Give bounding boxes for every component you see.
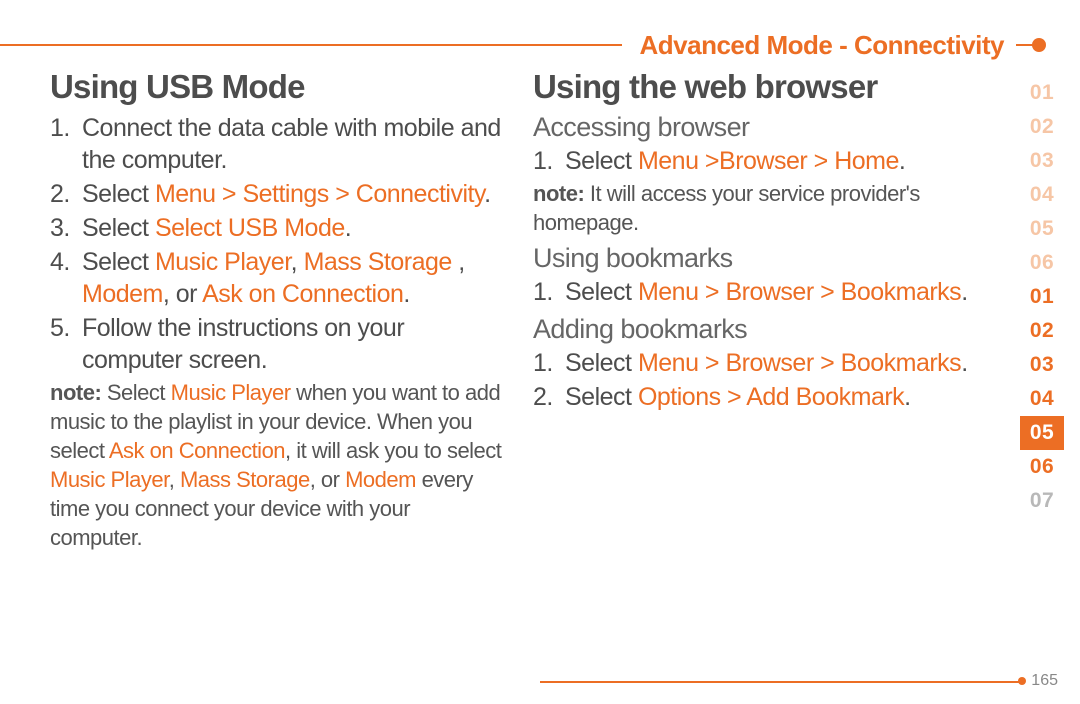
page-index-05[interactable]: 05 bbox=[1020, 212, 1064, 246]
page-index-05[interactable]: 05 bbox=[1020, 416, 1064, 450]
header: Advanced Mode - Connectivity bbox=[0, 30, 1060, 60]
step-5: 5.Follow the instructions on your comput… bbox=[82, 312, 505, 376]
page-index-03[interactable]: 03 bbox=[1020, 348, 1064, 382]
page-index-04[interactable]: 04 bbox=[1020, 178, 1064, 212]
sec3-step1: 1. Select Menu > Browser > Bookmarks. bbox=[565, 347, 988, 379]
page-index-01[interactable]: 01 bbox=[1020, 76, 1064, 110]
sec1-step1: 1. Select Menu >Browser > Home. bbox=[565, 145, 988, 177]
step-4: 4.Select Music Player, Mass Storage , Mo… bbox=[82, 246, 505, 310]
page-number: 165 bbox=[1031, 672, 1058, 690]
page-index-sidebar: 01020304050601020304050607 bbox=[1020, 76, 1064, 518]
sec1-heading: Accessing browser bbox=[533, 112, 988, 143]
page-index-02[interactable]: 02 bbox=[1020, 110, 1064, 144]
page-index-02[interactable]: 02 bbox=[1020, 314, 1064, 348]
right-title: Using the web browser bbox=[533, 68, 988, 106]
sec1-note: note: It will access your service provid… bbox=[533, 179, 988, 237]
page-index-06[interactable]: 06 bbox=[1020, 246, 1064, 280]
footer-dot-icon bbox=[1018, 677, 1026, 685]
page-index-06[interactable]: 06 bbox=[1020, 450, 1064, 484]
right-column: Using the web browser Accessing browser … bbox=[533, 68, 988, 552]
sec1-steps: 1. Select Menu >Browser > Home. bbox=[533, 145, 988, 177]
usb-steps: 1. Connect the data cable with mobile an… bbox=[50, 112, 505, 376]
step-2: 2.Select Menu > Settings > Connectivity. bbox=[82, 178, 505, 210]
left-title: Using USB Mode bbox=[50, 68, 505, 106]
step-1: 1. Connect the data cable with mobile an… bbox=[82, 112, 505, 176]
page-index-03[interactable]: 03 bbox=[1020, 144, 1064, 178]
footer: 165 bbox=[540, 672, 1058, 692]
sec3-steps: 1. Select Menu > Browser > Bookmarks. 2.… bbox=[533, 347, 988, 413]
footer-rule bbox=[540, 681, 1020, 683]
page-index-04[interactable]: 04 bbox=[1020, 382, 1064, 416]
header-dot-icon bbox=[1032, 38, 1046, 52]
sec2-heading: Using bookmarks bbox=[533, 243, 988, 274]
page-index-07[interactable]: 07 bbox=[1020, 484, 1064, 518]
sec3-heading: Adding bookmarks bbox=[533, 314, 988, 345]
left-column: Using USB Mode 1. Connect the data cable… bbox=[50, 68, 505, 552]
page-index-01[interactable]: 01 bbox=[1020, 280, 1064, 314]
sec3-step2: 2.Select Options > Add Bookmark. bbox=[565, 381, 988, 413]
usb-note: note: Select Music Player when you want … bbox=[50, 378, 505, 552]
sec2-steps: 1. Select Menu > Browser > Bookmarks. bbox=[533, 276, 988, 308]
sec2-step1: 1. Select Menu > Browser > Bookmarks. bbox=[565, 276, 988, 308]
step-3: 3.Select Select USB Mode. bbox=[82, 212, 505, 244]
content-columns: Using USB Mode 1. Connect the data cable… bbox=[50, 68, 990, 552]
breadcrumb: Advanced Mode - Connectivity bbox=[622, 30, 1017, 61]
